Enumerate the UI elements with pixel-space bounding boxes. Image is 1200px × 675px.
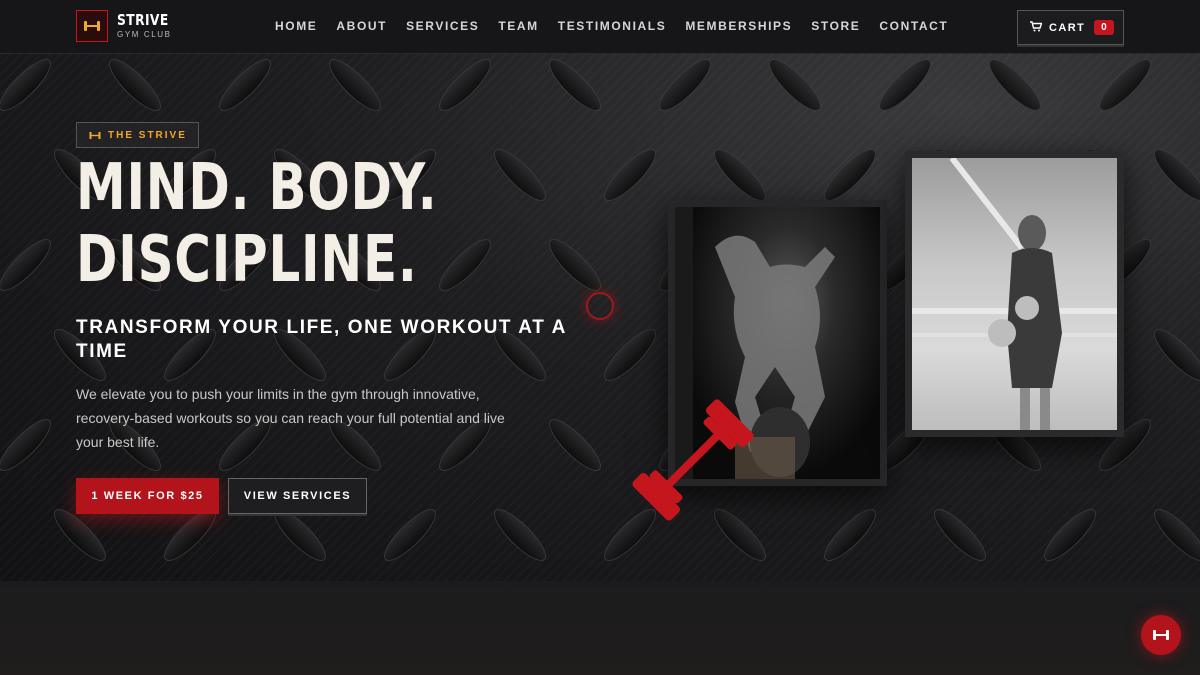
diamond-plate <box>597 142 663 208</box>
nav-contact[interactable]: CONTACT <box>879 19 948 33</box>
hero-tag-label: THE STRIVE <box>108 129 187 141</box>
diamond-plate <box>487 502 553 568</box>
nav-memberships[interactable]: MEMBERSHIPS <box>685 19 792 33</box>
nav-about[interactable]: ABOUT <box>336 19 387 33</box>
diamond-plate <box>432 232 498 298</box>
nav-services[interactable]: SERVICES <box>406 19 479 33</box>
diamond-plate <box>1147 322 1200 388</box>
decorative-ring <box>586 292 614 320</box>
hero-headline: MIND. BODY. DISCIPLINE. <box>76 152 438 296</box>
nav-team[interactable]: TEAM <box>498 19 538 33</box>
cart-icon <box>1030 19 1043 37</box>
diamond-plate <box>322 54 388 118</box>
brand-logo[interactable]: STRIVE GYM CLUB <box>76 10 180 42</box>
diamond-plate <box>1037 502 1103 568</box>
diamond-plate <box>0 412 58 478</box>
diamond-plate <box>817 502 883 568</box>
dumbbell-graphic <box>632 399 754 521</box>
diamond-plate <box>377 502 443 568</box>
next-section-band <box>0 581 1200 675</box>
diamond-plate <box>102 54 168 118</box>
diamond-plate <box>817 142 883 208</box>
diamond-plate <box>542 54 608 118</box>
main-nav: HOME ABOUT SERVICES TEAM TESTIMONIALS ME… <box>275 19 967 33</box>
nav-home[interactable]: HOME <box>275 19 317 33</box>
dumbbell-icon <box>76 10 108 42</box>
diamond-plate <box>212 54 278 118</box>
view-services-button[interactable]: VIEW SERVICES <box>228 478 367 514</box>
diamond-plate <box>1147 142 1200 208</box>
brand-subtitle: GYM CLUB <box>117 30 172 39</box>
diamond-plate <box>487 142 553 208</box>
diamond-plate <box>0 54 58 118</box>
cart-button[interactable]: CART 0 <box>1017 10 1124 45</box>
hero-section: THE STRIVE MIND. BODY. DISCIPLINE. TRANS… <box>0 54 1200 581</box>
diamond-plate <box>652 54 718 118</box>
hero-tag: THE STRIVE <box>76 122 199 148</box>
cart-count-badge: 0 <box>1094 20 1114 35</box>
diamond-plate <box>1092 54 1158 118</box>
diamond-plate <box>542 232 608 298</box>
hero-description: We elevate you to push your limits in th… <box>76 386 505 450</box>
cart-label: CART <box>1049 21 1086 34</box>
floating-action-button[interactable] <box>1141 615 1181 655</box>
diamond-plate <box>982 54 1048 118</box>
hero-headline-line2: DISCIPLINE. <box>76 223 418 297</box>
nav-store[interactable]: STORE <box>811 19 860 33</box>
diamond-plate <box>1147 502 1200 568</box>
diamond-plate <box>762 54 828 118</box>
diamond-plate <box>542 412 608 478</box>
diamond-plate <box>597 322 663 388</box>
diamond-plate <box>432 54 498 118</box>
athlete-photo-female <box>905 151 1124 437</box>
diamond-plate <box>927 502 993 568</box>
diamond-plate <box>707 142 773 208</box>
diamond-plate <box>0 232 58 298</box>
nav-testimonials[interactable]: TESTIMONIALS <box>558 19 667 33</box>
trial-offer-button[interactable]: 1 WEEK FOR $25 <box>76 478 219 514</box>
site-header: STRIVE GYM CLUB HOME ABOUT SERVICES TEAM… <box>0 0 1200 54</box>
dumbbell-icon <box>1153 630 1169 640</box>
hero-subheadline: TRANSFORM YOUR LIFE, ONE WORKOUT AT A TI… <box>76 317 567 362</box>
dumbbell-icon <box>89 131 101 139</box>
hero-headline-line1: MIND. BODY. <box>76 151 438 225</box>
brand-name: STRIVE <box>117 11 169 29</box>
diamond-plate <box>872 54 938 118</box>
